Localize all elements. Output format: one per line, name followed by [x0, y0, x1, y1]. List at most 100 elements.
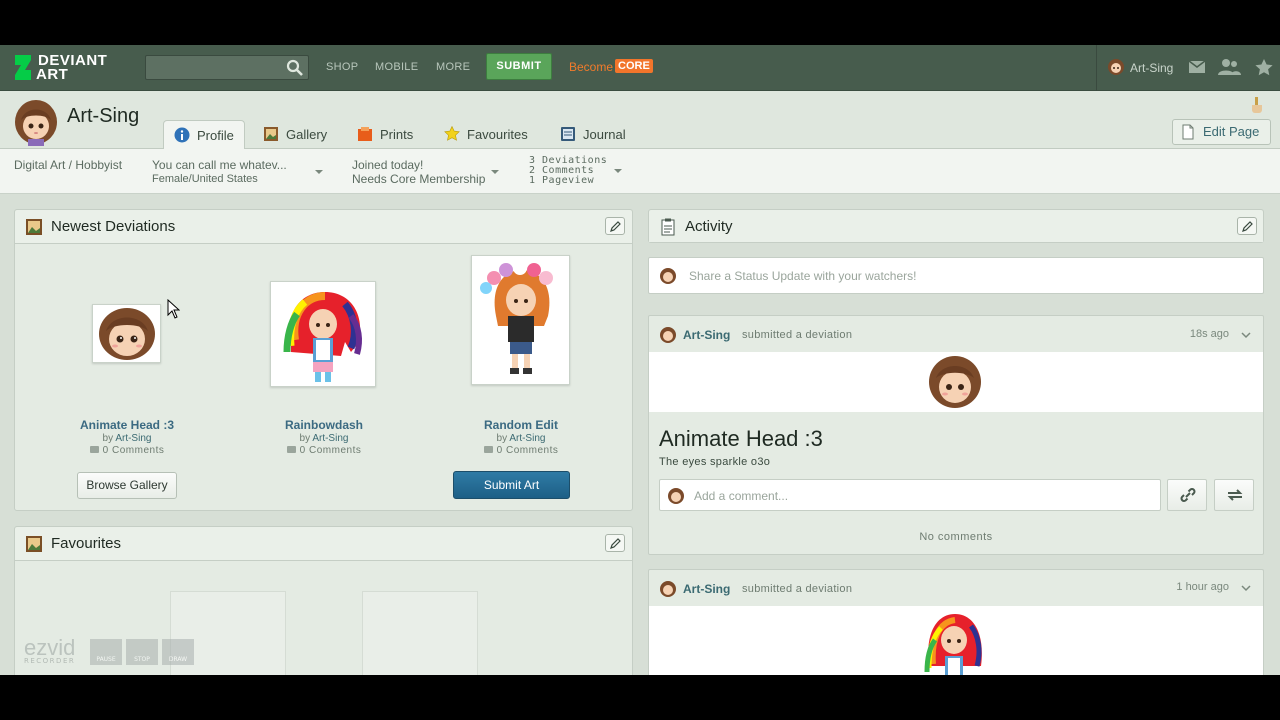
- comment-count: 0 Comments: [102, 445, 165, 456]
- profile-username[interactable]: Art-Sing: [67, 105, 139, 128]
- tab-label: Gallery: [286, 127, 328, 142]
- chevron-down-icon[interactable]: [1241, 330, 1251, 340]
- comment-input[interactable]: Add a comment...: [659, 479, 1161, 511]
- deviation-title-link[interactable]: Random Edit: [451, 418, 591, 432]
- panel-title: Favourites: [51, 535, 122, 552]
- rainbowdash-image: [283, 292, 362, 382]
- panel-title: Newest Deviations: [51, 218, 176, 235]
- user-avatar-icon: [660, 268, 676, 284]
- by-label: by: [299, 433, 311, 444]
- browse-gallery-button[interactable]: Browse Gallery: [77, 472, 177, 499]
- deviantart-logo-icon: [12, 54, 34, 82]
- panel-header: Favourites: [15, 527, 632, 561]
- deviation-thumbnail[interactable]: [92, 304, 161, 363]
- submit-art-button[interactable]: Submit Art: [453, 471, 570, 499]
- deviation-title-link[interactable]: Animate Head :3: [57, 418, 197, 432]
- activity-deviation-description: The eyes sparkle o3o: [659, 456, 771, 468]
- tab-label: Prints: [380, 127, 414, 142]
- share-link-button[interactable]: [1167, 479, 1207, 511]
- author-link[interactable]: Art-Sing: [509, 433, 545, 444]
- deviation-preview[interactable]: [649, 606, 1263, 675]
- clipboard-icon: [661, 218, 675, 236]
- chevron-down-icon[interactable]: [491, 170, 499, 174]
- ezvid-control-label: PAUSE: [96, 656, 116, 663]
- status-placeholder: Share a Status Update with your watchers…: [689, 269, 917, 283]
- tab-prints[interactable]: Prints: [347, 120, 423, 150]
- comment-count: 0 Comments: [496, 445, 559, 456]
- activity-action: submitted a deviation: [742, 583, 853, 595]
- chevron-down-icon[interactable]: [315, 170, 323, 174]
- activity-username-link[interactable]: Art-Sing: [683, 582, 730, 596]
- activity-entry: Art-Sing submitted a deviation 1 hour ag…: [648, 569, 1264, 675]
- nav-divider: [1096, 45, 1097, 91]
- tab-profile[interactable]: Profile: [163, 120, 245, 151]
- user-avatar-icon: [668, 488, 684, 504]
- chevron-down-icon[interactable]: [1241, 583, 1251, 593]
- activity-timestamp: 1 hour ago: [1176, 581, 1229, 593]
- watchers-icon[interactable]: [1217, 58, 1241, 76]
- rainbowdash-image: [924, 614, 982, 675]
- comment-icon: [483, 446, 493, 453]
- profile-avatar[interactable]: [13, 98, 59, 146]
- search-input[interactable]: [145, 55, 309, 80]
- nav-link-shop[interactable]: SHOP: [326, 61, 358, 73]
- mail-icon[interactable]: [1188, 58, 1208, 76]
- nav-link-more[interactable]: MORE: [436, 61, 470, 73]
- deviantart-logo[interactable]: DEVIANT ART: [12, 52, 122, 84]
- edit-widget-button[interactable]: [605, 534, 625, 552]
- panel-header: Activity: [649, 210, 1263, 242]
- favourites-star-icon[interactable]: [1254, 58, 1274, 76]
- gallery-icon: [264, 127, 278, 141]
- panel-title: Activity: [685, 218, 733, 235]
- pencil-hand-icon[interactable]: [1250, 97, 1264, 113]
- deviation-comments[interactable]: 0 Comments: [451, 445, 591, 456]
- activity-deviation-title[interactable]: Animate Head :3: [659, 426, 823, 452]
- activity-username-link[interactable]: Art-Sing: [683, 328, 730, 342]
- link-icon: [1180, 488, 1196, 502]
- deviation-byline: by Art-Sing: [451, 433, 591, 444]
- ezvid-watermark: ezvid RECORDER PAUSE STOP DRAW: [0, 635, 200, 675]
- profile-location: Female/United States: [152, 173, 258, 185]
- ezvid-stop-button: STOP: [126, 639, 158, 665]
- comment-icon: [286, 446, 296, 453]
- edit-widget-button[interactable]: [1237, 217, 1257, 235]
- logo-text-line2: ART: [36, 66, 69, 83]
- browser-viewport: DEVIANT ART SHOP MOBILE MORE SUBMIT Beco…: [0, 45, 1280, 675]
- random-edit-image: [480, 261, 553, 374]
- ezvid-pause-button: PAUSE: [90, 639, 122, 665]
- user-avatar-icon: [660, 581, 676, 597]
- chevron-down-icon[interactable]: [614, 169, 622, 173]
- deviation-thumbnail[interactable]: [471, 255, 570, 385]
- deviation-thumbnail[interactable]: [270, 281, 376, 387]
- deviation-preview[interactable]: [649, 352, 1263, 412]
- submit-button[interactable]: SUBMIT: [486, 53, 552, 80]
- author-link[interactable]: Art-Sing: [115, 433, 151, 444]
- stat-pageviews: 1 Pageview: [529, 175, 595, 186]
- deviation-title-link[interactable]: Rainbowdash: [254, 418, 394, 432]
- search-icon[interactable]: [286, 59, 304, 77]
- become-core-link[interactable]: Become: [569, 60, 613, 74]
- core-badge[interactable]: CORE: [615, 59, 653, 73]
- edit-page-button[interactable]: Edit Page: [1172, 119, 1271, 145]
- by-label: by: [496, 433, 508, 444]
- tab-gallery[interactable]: Gallery: [253, 120, 337, 150]
- tab-label: Profile: [197, 128, 234, 143]
- favourite-placeholder-thumbnail[interactable]: [362, 591, 478, 675]
- pencil-icon: [610, 538, 621, 549]
- deviation-comments[interactable]: 0 Comments: [57, 445, 197, 456]
- pencil-icon: [1242, 221, 1253, 232]
- tab-journal[interactable]: Journal: [550, 120, 636, 150]
- repost-button[interactable]: [1214, 479, 1254, 511]
- edit-widget-button[interactable]: [605, 217, 625, 235]
- profile-tagline[interactable]: You can call me whatev...: [152, 158, 287, 172]
- author-link[interactable]: Art-Sing: [312, 433, 348, 444]
- user-avatar-icon: [1108, 59, 1124, 75]
- tab-favourites[interactable]: Favourites: [434, 120, 538, 150]
- no-comments-text: No comments: [919, 531, 993, 543]
- status-update-input[interactable]: Share a Status Update with your watchers…: [648, 257, 1264, 294]
- nav-link-mobile[interactable]: MOBILE: [375, 61, 418, 73]
- gallery-icon: [26, 536, 42, 552]
- deviation-comments[interactable]: 0 Comments: [254, 445, 394, 456]
- deviation-byline: by Art-Sing: [57, 433, 197, 444]
- mouse-cursor-icon: [167, 299, 180, 319]
